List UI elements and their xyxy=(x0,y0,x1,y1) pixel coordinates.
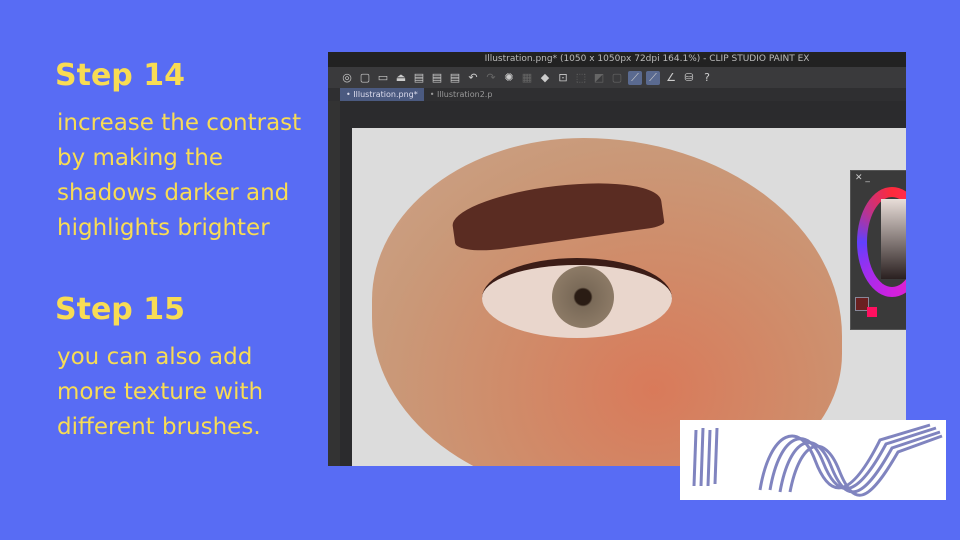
gradient-icon[interactable]: ◩ xyxy=(592,71,606,85)
iris-painting xyxy=(552,266,614,328)
brush-strokes-illustration xyxy=(692,423,943,497)
bucket-icon[interactable]: ◆ xyxy=(538,71,552,85)
clip-studio-window: Illustration.png* (1050 x 1050px 72dpi 1… xyxy=(328,52,906,466)
export2-icon[interactable]: ▤ xyxy=(430,71,444,85)
fill-icon[interactable]: ▦ xyxy=(520,71,534,85)
undo-icon[interactable]: ↶ xyxy=(466,71,480,85)
help-icon[interactable]: ? xyxy=(700,71,714,85)
sub-color-swatch[interactable] xyxy=(867,307,877,317)
step-15-title: Step 15 xyxy=(55,292,185,327)
angle-icon[interactable]: ∠ xyxy=(664,71,678,85)
close-icon[interactable]: ✕ xyxy=(855,173,863,183)
saturation-value-square[interactable] xyxy=(881,199,906,279)
brush-strokes-sample xyxy=(680,420,946,500)
brush-ruler-icon[interactable]: ⟋ xyxy=(646,70,660,85)
drawing-canvas[interactable] xyxy=(352,128,906,466)
window-title: Illustration.png* (1050 x 1050px 72dpi 1… xyxy=(328,52,906,67)
tab-label: Illustration2.p xyxy=(437,90,493,99)
document-tabs: • Illustration.png* • Illustration2.p xyxy=(328,88,906,101)
left-panel-strip xyxy=(328,101,340,466)
open-folder-icon[interactable]: ▭ xyxy=(376,71,390,85)
minimize-icon[interactable]: _ xyxy=(865,173,870,183)
crop-icon[interactable]: ⊡ xyxy=(556,71,570,85)
app-icon[interactable]: ◎ xyxy=(340,71,354,85)
tab-label: Illustration.png* xyxy=(353,90,418,99)
tab-illustration[interactable]: • Illustration.png* xyxy=(340,88,424,101)
3d-icon[interactable]: ⛁ xyxy=(682,71,696,85)
export-icon[interactable]: ▤ xyxy=(412,71,426,85)
toolbar: ◎ ▢ ▭ ⏏ ▤ ▤ ▤ ↶ ↷ ✺ ▦ ◆ ⊡ ⬚ ◩ ▢ ⟋ ⟋ ∠ ⛁ … xyxy=(328,67,906,88)
redo-icon[interactable]: ↷ xyxy=(484,71,498,85)
select-icon[interactable]: ▢ xyxy=(610,71,624,85)
export3-icon[interactable]: ▤ xyxy=(448,71,462,85)
palette-header: ✕ _ xyxy=(851,171,906,185)
color-wheel-palette: ✕ _ xyxy=(850,170,906,330)
new-file-icon[interactable]: ▢ xyxy=(358,71,372,85)
step-15-text: you can also add more texture with diffe… xyxy=(57,344,264,440)
step-14-title: Step 14 xyxy=(55,58,185,93)
step-14-text: increase the contrast by making the shad… xyxy=(57,110,302,241)
transform-icon[interactable]: ⬚ xyxy=(574,71,588,85)
settings-icon[interactable]: ✺ xyxy=(502,71,516,85)
tab-illustration2[interactable]: • Illustration2.p xyxy=(424,88,499,101)
save-icon[interactable]: ⏏ xyxy=(394,71,408,85)
ruler-icon[interactable]: ⟋ xyxy=(628,70,642,85)
